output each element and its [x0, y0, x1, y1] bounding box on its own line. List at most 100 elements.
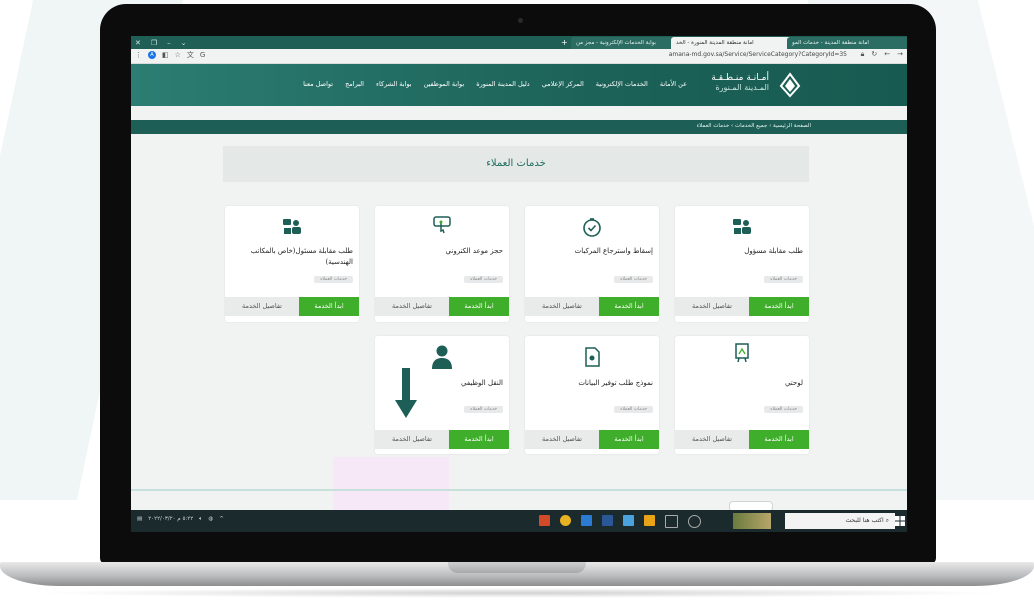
cortana-icon[interactable] — [688, 515, 701, 528]
browser-tab-bar: ✕ ❐ – ⌄ + بوابة الخدمات الإلكترونية - مج… — [131, 36, 907, 49]
browser-tab[interactable]: امانة منطقة المدينة - خدمات المو — [787, 37, 907, 49]
network-icon[interactable]: ◍ — [208, 516, 213, 523]
file-explorer-icon[interactable] — [644, 515, 655, 526]
board-icon — [735, 343, 749, 363]
start-service-button[interactable]: ابدأ الخدمة — [599, 297, 659, 316]
breadcrumb[interactable]: الصفحة الرئيسية › جميع الخدمات › خدمات ا… — [697, 123, 811, 129]
service-card-vehicle-drop: إسقاط واسترجاع المركبات خدمات العملاء اب… — [525, 206, 659, 322]
webcam — [518, 18, 523, 23]
browser-nav: 🔒︎ ↻ ← → — [861, 50, 903, 59]
tab-search-icon[interactable]: ⌄ — [181, 39, 187, 47]
category-badge: خدمات العملاء — [464, 276, 503, 283]
nav-item-contact-us[interactable]: تواصل معنا — [303, 80, 333, 88]
nav-item-programs[interactable]: البرامج — [345, 80, 364, 88]
service-details-button[interactable]: تفاصيل الخدمة — [675, 297, 749, 316]
amana-logo-icon[interactable] — [777, 72, 803, 98]
start-service-button[interactable]: ابدأ الخدمة — [449, 430, 509, 449]
clock-check-icon — [583, 218, 601, 237]
service-card-online-appointment: حجز موعد الكتروني خدمات العملاء ابدأ الخ… — [375, 206, 509, 322]
amana-logo-text: أمـانـة منـطـقـة المـدينة المـنورة — [711, 73, 769, 93]
start-service-button[interactable]: ابدأ الخدمة — [449, 297, 509, 316]
service-details-button[interactable]: تفاصيل الخدمة — [375, 430, 449, 449]
start-service-button[interactable]: ابدأ الخدمة — [749, 297, 809, 316]
service-details-button[interactable]: تفاصيل الخدمة — [525, 297, 599, 316]
nav-item-media-center[interactable]: المركز الإعلامي — [542, 80, 584, 88]
forward-icon[interactable]: ← — [884, 50, 890, 59]
windows-start-icon[interactable] — [895, 516, 905, 526]
service-details-button[interactable]: تفاصيل الخدمة — [375, 297, 449, 316]
browser-address-bar: ⋮ A ◧ ☆ 文 G amana-md.gov.sa/Service/Serv… — [131, 49, 907, 64]
outlook-app-icon[interactable] — [581, 515, 592, 526]
restore-window-icon[interactable]: ❐ — [151, 39, 157, 47]
logo-line-2: المـدينة المـنورة — [715, 83, 769, 92]
new-tab-button[interactable]: + — [561, 36, 568, 49]
lock-icon[interactable]: 🔒︎ — [861, 50, 865, 59]
clock[interactable]: ٥:٢٢ م ٢٠٢٢/٠٣/٢٠ — [148, 516, 193, 523]
service-details-button[interactable]: تفاصيل الخدمة — [525, 430, 599, 449]
card-title: نموذج طلب توفير البيانات — [578, 379, 653, 387]
card-title: إسقاط واسترجاع المركبات — [574, 247, 653, 255]
people-icon — [283, 219, 301, 234]
category-badge: خدمات العملاء — [464, 406, 503, 413]
bookmark-star-icon[interactable]: ☆ — [175, 51, 181, 59]
laptop-opening-notch — [448, 562, 586, 573]
sidebar-icon[interactable]: ◧ — [162, 51, 169, 59]
page-title-box: خدمات العملاء — [223, 146, 809, 182]
start-service-button[interactable]: ابدأ الخدمة — [299, 297, 359, 316]
card-title: لوحتي — [784, 379, 803, 387]
close-window-icon[interactable]: ✕ — [135, 39, 141, 47]
reload-icon[interactable]: ↻ — [871, 50, 877, 59]
service-details-button[interactable]: تفاصيل الخدمة — [675, 430, 749, 449]
nav-item-employees-portal[interactable]: بوابة الموظفين — [424, 80, 465, 88]
nav-item-madinah-guide[interactable]: دليل المدينة المنورة — [476, 80, 530, 88]
chrome-app-icon[interactable] — [560, 515, 571, 526]
profile-avatar[interactable]: A — [148, 51, 156, 59]
category-badge: خدمات العملاء — [764, 276, 803, 283]
laptop-screen: ✕ ❐ – ⌄ + بوابة الخدمات الإلكترونية - مج… — [131, 36, 907, 532]
card-title: حجز موعد الكتروني — [445, 247, 503, 255]
footer-divider — [131, 489, 907, 491]
powerpoint-app-icon[interactable] — [539, 515, 550, 526]
nav-item-e-services[interactable]: الخدمات الإلكترونية — [596, 80, 648, 88]
tray-expand-icon[interactable]: ^ — [219, 516, 224, 523]
service-details-button[interactable]: تفاصيل الخدمة — [225, 297, 299, 316]
taskbar-apps — [539, 515, 701, 528]
category-badge: خدمات العملاء — [314, 276, 353, 283]
service-card-my-board: لوحتي خدمات العملاء ابدأ الخدمة تفاصيل ا… — [675, 336, 809, 454]
clock-date: ٢٠٢٢/٠٣/٢٠ — [148, 516, 176, 522]
laptop-shadow — [30, 588, 1004, 598]
word-app-icon[interactable] — [602, 515, 613, 526]
notification-icon[interactable]: ▤ — [137, 516, 142, 523]
translate-icon[interactable]: 文 — [187, 50, 194, 60]
back-icon[interactable]: → — [897, 50, 903, 59]
url-field[interactable]: amana-md.gov.sa/Service/ServiceCategory?… — [669, 51, 847, 58]
browser-tab[interactable]: بوابة الخدمات الإلكترونية - مجز من — [571, 37, 677, 49]
system-tray: ▤ ٥:٢٢ م ٢٠٢٢/٠٣/٢٠ 🔈︎ ◍ ^ — [137, 516, 224, 523]
category-badge: خدمات العملاء — [614, 406, 653, 413]
start-service-button[interactable]: ابدأ الخدمة — [749, 430, 809, 449]
start-service-button[interactable]: ابدأ الخدمة — [599, 430, 659, 449]
nav-item-about[interactable]: عن الأمانة — [660, 80, 687, 88]
logo-line-1: أمـانـة منـطـقـة — [711, 73, 769, 83]
page-title: خدمات العملاء — [486, 158, 546, 169]
clock-time: ٥:٢٢ م — [177, 516, 194, 522]
site-header: أمـانـة منـطـقـة المـدينة المـنورة عن ال… — [131, 64, 907, 106]
card-title: طلب مقابلة مسئول(خاص بالمكاتب الهندسية) — [250, 247, 353, 266]
weather-widget[interactable] — [733, 513, 771, 529]
google-icon[interactable]: G — [200, 51, 205, 59]
down-arrow-icon — [395, 368, 417, 418]
service-card-meeting-request: طلب مقابلة مسؤول خدمات العملاء ابدأ الخد… — [675, 206, 809, 322]
volume-icon[interactable]: 🔈︎ — [199, 516, 202, 523]
minimize-window-icon[interactable]: – — [167, 39, 171, 47]
tab-label: امانة منطقة المدينة المنورة - الخد — [676, 40, 754, 46]
nav-item-partners-portal[interactable]: بوابة الشركاء — [376, 80, 412, 88]
document-icon — [585, 347, 600, 367]
store-app-icon[interactable] — [623, 515, 634, 526]
browser-tab-active[interactable]: امانة منطقة المدينة المنورة - الخد — [671, 37, 793, 49]
taskbar-search-input[interactable]: اكتب هنا للبحث ⌕ — [785, 513, 895, 529]
window-controls: ✕ ❐ – ⌄ — [135, 36, 187, 49]
task-view-icon[interactable] — [665, 515, 678, 528]
touch-screen-icon — [433, 216, 451, 234]
card-title: طلب مقابلة مسؤول — [744, 247, 803, 255]
menu-icon[interactable]: ⋮ — [135, 51, 142, 59]
